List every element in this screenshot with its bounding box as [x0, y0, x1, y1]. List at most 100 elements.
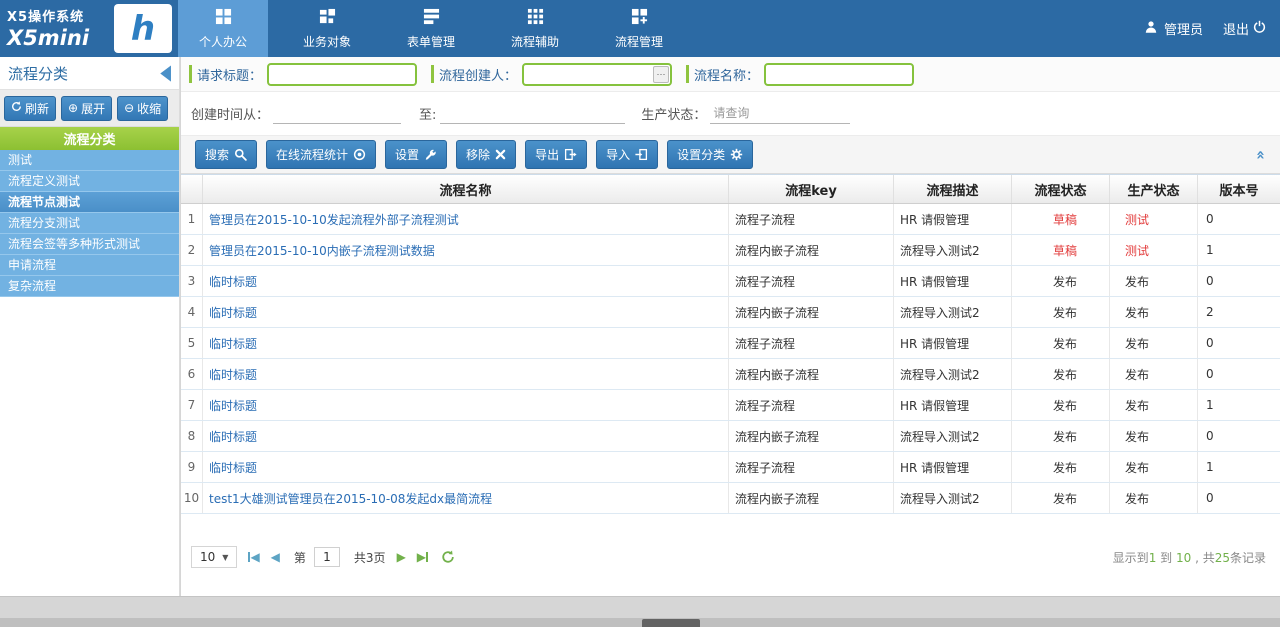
refresh-label: 刷新	[25, 100, 49, 117]
collapse-icon: ⊖	[124, 102, 134, 114]
process-name-link[interactable]: 临时标题	[209, 335, 257, 352]
brand: X5操作系统 X5mini	[0, 0, 110, 57]
import-button[interactable]: 导入	[596, 140, 658, 169]
tab-business-object[interactable]: 业务对象	[282, 0, 372, 57]
process-name-link[interactable]: 管理员在2015-10-10发起流程外部子流程测试	[209, 211, 459, 228]
process-desc-cell: HR 请假管理	[894, 266, 1012, 296]
search-button[interactable]: 搜索	[195, 140, 257, 169]
next-page-button[interactable]: ▶	[397, 551, 406, 563]
process-status-cell: 发布	[1012, 452, 1110, 482]
first-page-button[interactable]: ◀	[248, 551, 259, 563]
col-process-status: 流程状态	[1012, 175, 1110, 203]
version-cell: 0	[1198, 328, 1280, 358]
process-name-link[interactable]: 临时标题	[209, 366, 257, 383]
online-stat-button[interactable]: 在线流程统计	[266, 140, 376, 169]
process-desc-cell: 流程导入测试2	[894, 483, 1012, 513]
tab-process-management[interactable]: 流程管理	[594, 0, 684, 57]
page-size-select[interactable]: 10 ▼	[191, 546, 237, 568]
process-desc-cell: 流程导入测试2	[894, 359, 1012, 389]
sidebar-item[interactable]: 测试	[0, 150, 179, 171]
refresh-grid-button[interactable]	[441, 550, 455, 564]
set-category-button[interactable]: 设置分类	[667, 140, 753, 169]
tab-process-assist[interactable]: 流程辅助	[490, 0, 580, 57]
process-name-link[interactable]: 临时标题	[209, 428, 257, 445]
process-name-link[interactable]: test1大雄测试管理员在2015-10-08发起dx最简流程	[209, 490, 492, 507]
bottom-strip	[0, 618, 1280, 627]
prod-status-cell: 发布	[1110, 452, 1198, 482]
last-page-button[interactable]: ▶	[417, 551, 428, 563]
logout-button[interactable]: 退出	[1223, 19, 1266, 38]
remove-button[interactable]: 移除	[456, 140, 516, 169]
close-icon	[495, 149, 506, 160]
table-row: 8 临时标题 流程内嵌子流程 流程导入测试2 发布 发布 0	[181, 421, 1280, 452]
app-brand-name: X5mini	[7, 26, 110, 50]
table-body: 1 管理员在2015-10-10发起流程外部子流程测试 流程子流程 HR 请假管…	[181, 204, 1280, 514]
sidebar-toolbar: 刷新 ⊕ 展开 ⊖ 收缩	[0, 90, 179, 127]
prod-status-cell: 发布	[1110, 359, 1198, 389]
sidebar-item[interactable]: 流程会签等多种形式测试	[0, 234, 179, 255]
sidebar-item[interactable]: 流程分支测试	[0, 213, 179, 234]
prev-page-button[interactable]: ◀	[271, 551, 280, 563]
page-number-input[interactable]	[314, 547, 340, 567]
import-label: 导入	[606, 146, 630, 163]
version-cell: 2	[1198, 297, 1280, 327]
process-name-input[interactable]	[764, 63, 914, 86]
logout-label: 退出	[1223, 19, 1249, 38]
prod-status-cell: 发布	[1110, 421, 1198, 451]
set-category-label: 设置分类	[677, 146, 725, 163]
refresh-icon	[11, 101, 22, 115]
process-name-cell: 管理员在2015-10-10内嵌子流程测试数据	[203, 235, 729, 265]
collapse-panel-icon[interactable]: «	[1252, 150, 1270, 160]
process-status-cell: 发布	[1012, 266, 1110, 296]
search-icon	[234, 148, 247, 161]
process-name-link[interactable]: 临时标题	[209, 304, 257, 321]
date-from-input[interactable]	[273, 104, 401, 124]
sidebar-collapse-icon[interactable]: ◀	[160, 61, 171, 85]
creator-picker-button[interactable]: ···	[653, 66, 669, 83]
version-cell: 0	[1198, 204, 1280, 234]
username[interactable]: 管理员	[1164, 19, 1203, 38]
app-logo: h	[114, 4, 172, 53]
expand-tree-button[interactable]: ⊕ 展开	[61, 96, 112, 121]
grid-tiles-icon	[215, 8, 232, 28]
prod-status-input[interactable]	[710, 104, 850, 124]
row-number: 1	[181, 204, 203, 234]
process-name-cell: 临时标题	[203, 328, 729, 358]
process-desc-cell: HR 请假管理	[894, 204, 1012, 234]
tab-personal-office[interactable]: 个人办公	[178, 0, 268, 57]
process-name-link[interactable]: 临时标题	[209, 459, 257, 476]
sidebar-item[interactable]: 申请流程	[0, 255, 179, 276]
sidebar-item[interactable]: 流程节点测试	[0, 192, 179, 213]
process-creator-input[interactable]	[522, 63, 672, 86]
process-name-link[interactable]: 临时标题	[209, 273, 257, 290]
process-key-cell: 流程子流程	[729, 390, 894, 420]
process-key-cell: 流程子流程	[729, 266, 894, 296]
table-row: 4 临时标题 流程内嵌子流程 流程导入测试2 发布 发布 2	[181, 297, 1280, 328]
first-page-bar	[248, 552, 250, 562]
tab-form-management[interactable]: 表单管理	[386, 0, 476, 57]
collapse-tree-button[interactable]: ⊖ 收缩	[117, 96, 168, 121]
sidebar-item[interactable]: 复杂流程	[0, 276, 179, 297]
export-button[interactable]: 导出	[525, 140, 587, 169]
process-key-cell: 流程内嵌子流程	[729, 421, 894, 451]
sidebar-item[interactable]: 流程定义测试	[0, 171, 179, 192]
request-title-input[interactable]	[267, 63, 417, 86]
remove-label: 移除	[466, 146, 490, 163]
process-table: 流程名称 流程key 流程描述 流程状态 生产状态 版本号 1 管理员在2015…	[181, 174, 1280, 514]
process-desc-cell: HR 请假管理	[894, 390, 1012, 420]
date-to-input[interactable]	[440, 104, 625, 124]
sidebar: 流程分类 ◀ 刷新 ⊕ 展开 ⊖ 收缩 流程分类 测试	[0, 57, 180, 596]
grid-plus-icon	[631, 8, 648, 28]
col-process-key: 流程key	[729, 175, 894, 203]
refresh-tree-button[interactable]: 刷新	[4, 96, 56, 121]
power-icon	[1253, 20, 1266, 37]
settings-button[interactable]: 设置	[385, 140, 447, 169]
process-name-cell: 管理员在2015-10-10发起流程外部子流程测试	[203, 204, 729, 234]
process-name-cell: 临时标题	[203, 452, 729, 482]
process-name-link[interactable]: 临时标题	[209, 397, 257, 414]
request-title-label: 请求标题：	[197, 65, 262, 84]
table-row: 6 临时标题 流程内嵌子流程 流程导入测试2 发布 发布 0	[181, 359, 1280, 390]
process-key-cell: 流程子流程	[729, 452, 894, 482]
process-key-cell: 流程子流程	[729, 204, 894, 234]
process-name-link[interactable]: 管理员在2015-10-10内嵌子流程测试数据	[209, 242, 435, 259]
